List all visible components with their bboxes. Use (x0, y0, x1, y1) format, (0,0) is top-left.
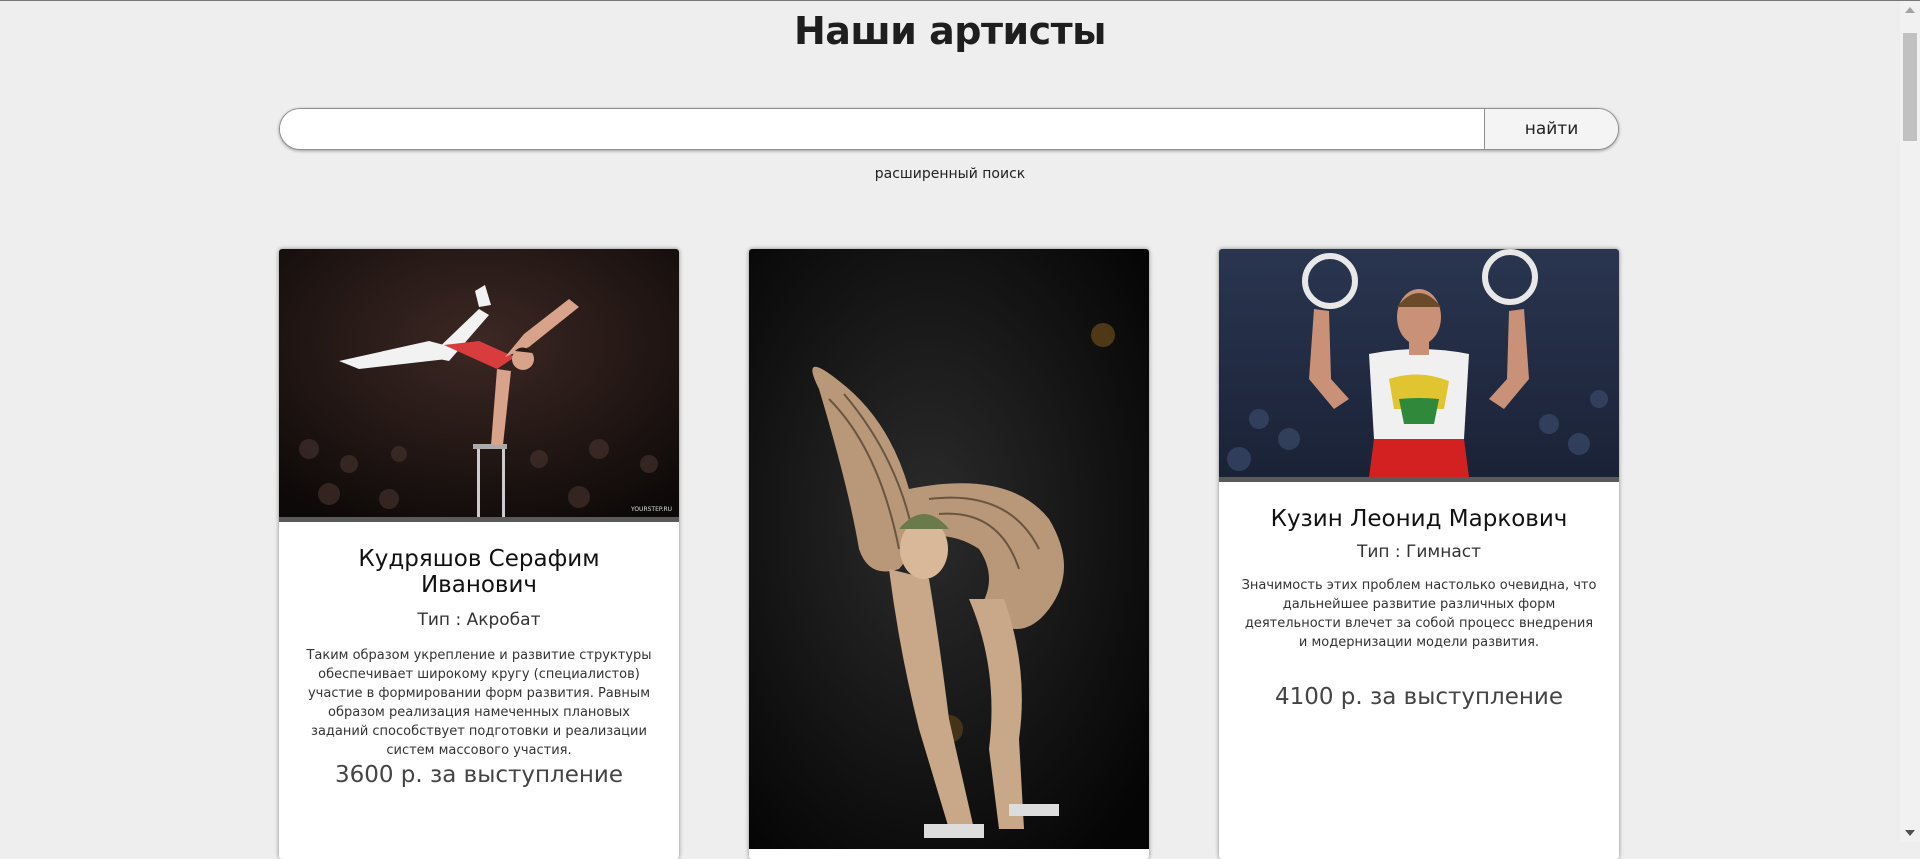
scrollbar[interactable] (1900, 1, 1920, 842)
scroll-up-icon[interactable] (1905, 7, 1915, 13)
artist-photo (749, 249, 1149, 849)
advanced-search-link[interactable]: расширенный поиск (0, 166, 1900, 182)
artist-name: Кудряшов Серафим Иванович (358, 546, 600, 598)
artist-photo: YOURSTEP.RU (279, 249, 679, 522)
page-title: Наши артисты (793, 9, 1107, 53)
artist-price: 3600 р. за выступление (334, 762, 624, 788)
artist-description: Значимость этих проблем настолько очевид… (1241, 578, 1597, 650)
artist-card[interactable] (749, 249, 1149, 859)
search-input[interactable] (280, 109, 1484, 149)
artist-price: 4100 р. за выступление (1274, 684, 1564, 710)
scroll-thumb[interactable] (1903, 33, 1917, 141)
photo-watermark: YOURSTEP.RU (630, 506, 672, 513)
photo-divider (279, 517, 679, 522)
artist-photo (1219, 249, 1619, 482)
artist-type: Тип : Акробат (417, 610, 541, 630)
search-button[interactable]: найти (1484, 109, 1618, 149)
artist-description: Таким образом укрепление и развитие стру… (306, 648, 652, 758)
artist-type: Тип : Гимнаст (1356, 542, 1482, 562)
scroll-down-icon[interactable] (1905, 830, 1915, 836)
artist-name: Кузин Леонид Маркович (1270, 506, 1568, 532)
search-bar: найти (279, 108, 1619, 150)
artist-card[interactable]: Кузин Леонид Маркович Тип : Гимнаст Знач… (1219, 249, 1619, 859)
artist-card[interactable]: YOURSTEP.RU Кудряшов Серафим Иванович Ти… (279, 249, 679, 859)
photo-divider (1219, 477, 1619, 482)
